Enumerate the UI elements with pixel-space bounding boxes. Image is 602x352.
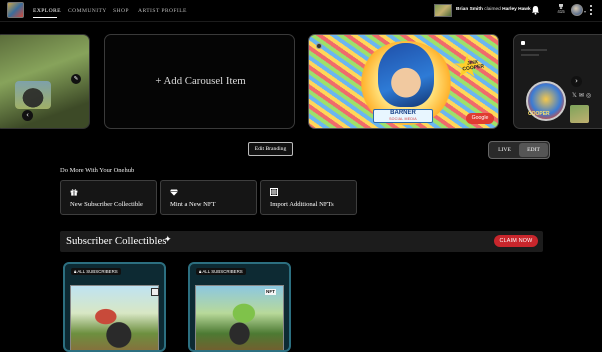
bell-icon[interactable] (531, 5, 540, 15)
instagram-icon[interactable]: ◎ (586, 92, 593, 99)
cartoon-hero-artwork (378, 43, 434, 107)
onehub-logo[interactable] (7, 2, 24, 18)
user-avatar[interactable] (571, 4, 583, 16)
claim-now-button[interactable]: CLAIM NOW (494, 235, 538, 247)
nav-shop[interactable]: SHOP (113, 8, 129, 14)
google-button[interactable]: Google (466, 113, 494, 124)
sparkle-icon: ✦ (164, 235, 172, 245)
claim-user: Brian Smith (456, 7, 483, 12)
points-counter[interactable]: 415 (555, 4, 567, 14)
all-subscribers-badge: 🔒︎ ALL SUBSCRIBERS (71, 268, 121, 275)
placeholder-line (521, 54, 539, 56)
points-value: 415 (557, 9, 565, 14)
edit-branding-button[interactable]: Edit Branding (248, 142, 293, 156)
claim-item: Harley Hawk (502, 7, 531, 12)
section-title: Subscriber Collectibles (66, 235, 167, 247)
collectible-artwork (70, 285, 159, 350)
action-label: Mint a New NFT (170, 201, 216, 208)
placeholder-line (521, 49, 547, 51)
chevron-left-icon[interactable]: ‹ (22, 110, 33, 121)
barner-banner: BARNER SOCIAL MEDIA (373, 109, 433, 123)
add-carousel-item-button[interactable]: + Add Carousel Item (104, 34, 295, 129)
carousel-card-profile[interactable]: COOPER › 𝕏✉◎ (513, 34, 602, 129)
carousel-card-featured[interactable]: JINX COOPER BARNER SOCIAL MEDIA Google (308, 34, 499, 129)
all-subscribers-badge: 🔒︎ ALL SUBSCRIBERS (196, 268, 246, 275)
more-menu-icon[interactable] (590, 4, 593, 17)
top-nav: EXPLORE COMMUNITY SHOP ARTIST PROFILE Br… (0, 0, 602, 22)
nav-artist-profile[interactable]: ARTIST PROFILE (138, 8, 187, 14)
claim-thumbnail[interactable] (434, 4, 452, 17)
claim-action: claimed (484, 7, 501, 12)
edit-mode-button[interactable]: EDIT (519, 143, 548, 157)
motorcycle-artwork (15, 81, 51, 109)
nav-community[interactable]: COMMUNITY (68, 8, 107, 14)
qr-icon (151, 288, 159, 296)
x-icon[interactable]: 𝕏 (572, 92, 579, 99)
jinx-cooper-badge: JINX COOPER (462, 59, 485, 73)
claim-activity: Brian Smith claimed Harley Hawk (456, 7, 531, 12)
add-carousel-label: + Add Carousel Item (155, 75, 246, 87)
profile-card-marker (521, 41, 525, 45)
live-mode-button[interactable]: LIVE (490, 143, 519, 157)
pencil-icon[interactable]: ✎ (71, 74, 81, 84)
mail-icon[interactable]: ✉ (579, 92, 586, 99)
nft-tag: NFT (265, 289, 276, 295)
collectible-card[interactable]: 🔒︎ ALL SUBSCRIBERS (63, 262, 166, 352)
action-label: Import Additional NFTs (270, 201, 334, 208)
grid-icon (270, 188, 278, 196)
banner-subtitle: SOCIAL MEDIA (389, 117, 417, 121)
banner-title: BARNER (390, 110, 416, 116)
import-nfts-button[interactable]: Import Additional NFTs (260, 180, 357, 215)
mint-nft-button[interactable]: Mint a New NFT (160, 180, 257, 215)
profile-card-label: COOPER (528, 111, 550, 117)
action-label: New Subscriber Collectible (70, 201, 143, 208)
carousel-indicator (316, 43, 322, 49)
lock-icon: 🔒︎ (74, 269, 77, 274)
profile-thumbnail (570, 105, 589, 123)
carousel-card-motorcycle[interactable]: ‹ ✎ (0, 34, 90, 129)
live-edit-toggle: LIVE EDIT (488, 141, 550, 159)
collectible-artwork (195, 285, 284, 350)
subscriber-collectibles-header: Subscriber Collectibles ✦ CLAIM NOW (60, 231, 543, 252)
nav-explore[interactable]: EXPLORE (33, 8, 61, 14)
do-more-heading: Do More With Your Onehub (60, 167, 135, 174)
collectible-card[interactable]: 🔒︎ ALL SUBSCRIBERS NFT (188, 262, 291, 352)
gift-icon (70, 188, 78, 196)
lock-icon: 🔒︎ (199, 269, 202, 274)
social-icons: 𝕏✉◎ (572, 92, 593, 99)
new-subscriber-collectible-button[interactable]: New Subscriber Collectible (60, 180, 157, 215)
diamond-icon (170, 188, 178, 196)
nav-active-underline (33, 17, 57, 18)
chevron-right-icon[interactable]: › (571, 76, 582, 87)
chevron-down-icon[interactable]: ▾ (584, 9, 586, 14)
